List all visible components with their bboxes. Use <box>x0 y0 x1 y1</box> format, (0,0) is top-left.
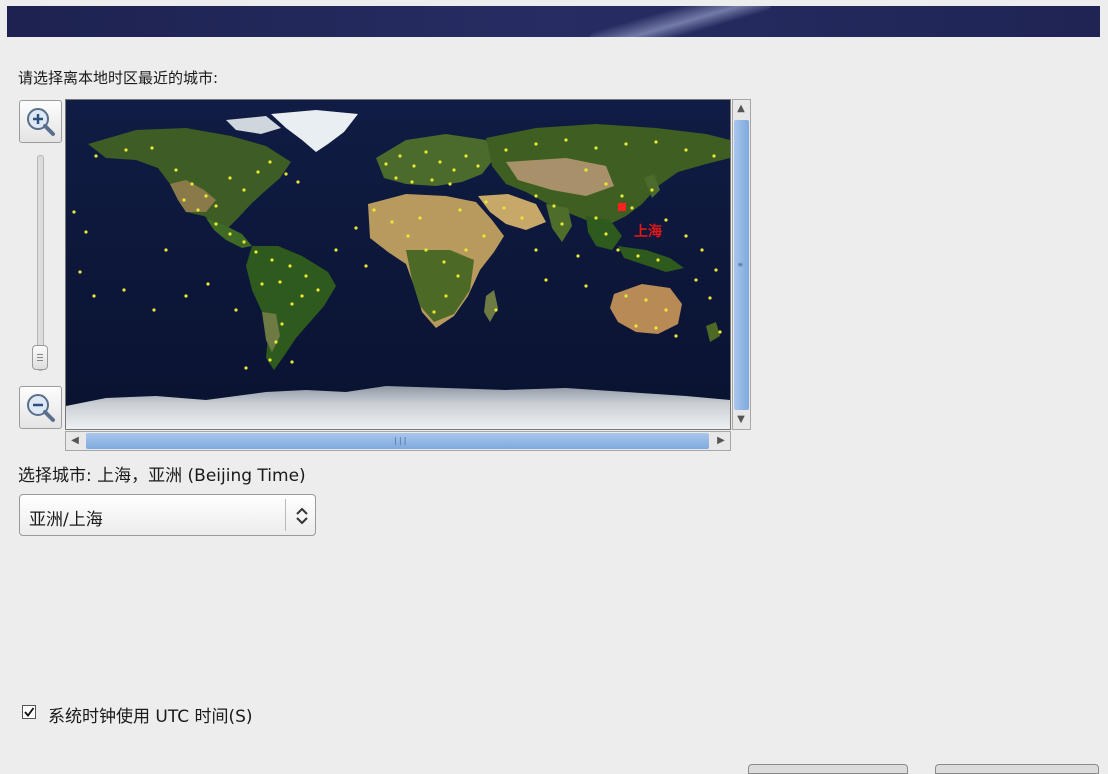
checkmark-icon <box>24 707 35 717</box>
timezone-prompt: 请选择离本地时区最近的城市: <box>18 69 219 87</box>
selected-city-text: 选择城市: 上海，亚洲 (Beijing Time) <box>18 466 306 486</box>
zoom-out-button[interactable] <box>19 386 62 429</box>
scroll-down-arrow-icon[interactable]: ▼ <box>733 412 749 428</box>
utc-checkbox-label[interactable]: 系统时钟使用 UTC 时间(S) <box>48 702 253 727</box>
map-vertical-scrollbar[interactable]: ▲ ≡ ▼ <box>732 99 751 430</box>
chevron-up-down-icon <box>296 507 308 525</box>
zoom-in-button[interactable] <box>19 100 62 143</box>
scroll-left-arrow-icon[interactable]: ◀ <box>67 433 83 449</box>
scroll-up-arrow-icon[interactable]: ▲ <box>733 101 749 117</box>
world-map[interactable]: 上海 <box>65 99 731 430</box>
zoom-slider-thumb[interactable] <box>32 345 48 370</box>
header-banner <box>7 6 1100 37</box>
next-button[interactable] <box>935 764 1099 774</box>
zoom-slider-track[interactable] <box>37 155 44 371</box>
scroll-grip-icon: ||| <box>393 436 408 445</box>
zoom-out-icon <box>27 394 55 422</box>
utc-checkbox[interactable] <box>22 705 36 719</box>
timezone-select-value: 亚洲/上海 <box>29 510 103 530</box>
banner-streak <box>575 6 779 37</box>
scroll-grip-icon: ≡ <box>738 260 743 269</box>
map-horizontal-scrollbar[interactable]: ◀ ||| ▶ <box>65 431 731 451</box>
zoom-in-icon <box>27 108 55 136</box>
thumb-grip <box>37 354 43 355</box>
timezone-select[interactable]: 亚洲/上海 <box>19 494 316 536</box>
selected-city-marker[interactable] <box>618 203 626 211</box>
thumb-grip <box>37 360 43 361</box>
selected-city-label: 上海 <box>634 223 662 240</box>
select-divider <box>285 499 286 531</box>
back-button[interactable] <box>748 764 908 774</box>
scroll-right-arrow-icon[interactable]: ▶ <box>713 433 729 449</box>
thumb-grip <box>37 357 43 358</box>
